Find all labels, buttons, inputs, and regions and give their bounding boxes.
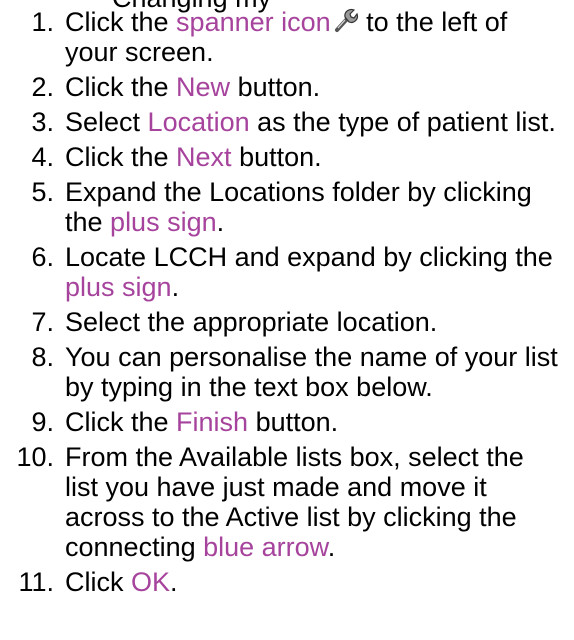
step-text-segment: as the type of patient list. xyxy=(249,107,556,137)
step-text-segment: Click the xyxy=(65,142,177,172)
step-text-segment: . xyxy=(171,272,180,302)
step-text-segment: . xyxy=(170,567,178,597)
instruction-steps-list: 1. Click the spanner icon to the left of … xyxy=(0,7,574,602)
step-text: Select the appropriate location. xyxy=(60,307,574,337)
step-6: 6. Locate LCCH and expand by clicking the… xyxy=(0,242,574,302)
step-text-segment: . xyxy=(327,532,336,562)
highlighted-term: New xyxy=(176,72,231,102)
step-number: 11. xyxy=(18,567,54,597)
step-number: 3. xyxy=(31,107,54,137)
step-text: Locate LCCH and expand by clicking the p… xyxy=(60,242,574,302)
step-10: 10. From the Available lists box, select … xyxy=(0,442,574,562)
highlighted-term: plus sign xyxy=(65,272,172,302)
step-text: Select Location as the type of patient l… xyxy=(60,107,574,137)
highlighted-term: Location xyxy=(147,107,250,137)
step-text-segment: Click xyxy=(65,567,131,597)
step-text: From the Available lists box, select the… xyxy=(60,442,574,562)
step-text-segment: Select xyxy=(65,107,148,137)
step-number: 7. xyxy=(31,307,54,337)
step-text-segment: Click the xyxy=(65,407,177,437)
step-text: You can personalise the name of your lis… xyxy=(60,342,574,402)
step-number: 2. xyxy=(31,72,54,102)
step-7: 7. Select the appropriate location. xyxy=(0,307,574,337)
step-text-segment: Select the appropriate location. xyxy=(65,307,438,337)
spanner-icon xyxy=(331,8,359,34)
highlighted-term: Finish xyxy=(176,407,249,437)
step-number: 6. xyxy=(31,242,54,272)
highlighted-term: spanner icon xyxy=(176,7,331,37)
step-text-segment: Locate LCCH and expand by clicking the xyxy=(65,242,553,272)
highlighted-term: Next xyxy=(176,142,232,172)
step-text: Click the Next button. xyxy=(60,142,574,172)
step-text-segment: button. xyxy=(231,142,322,172)
step-text-segment: Click the xyxy=(65,7,177,37)
step-3: 3. Select Location as the type of patient… xyxy=(0,107,574,137)
step-text: Click the New button. xyxy=(60,72,574,102)
step-text: Expand the Locations folder by clicking … xyxy=(60,177,574,237)
step-number: 9. xyxy=(31,407,54,437)
step-number: 8. xyxy=(31,342,54,372)
step-8: 8. You can personalise the name of your l… xyxy=(0,342,574,402)
step-2: 2. Click the New button. xyxy=(0,72,574,102)
step-text: Click OK. xyxy=(60,567,574,597)
step-number: 10. xyxy=(16,442,54,472)
step-text-segment: You can personalise the name of your lis… xyxy=(65,342,558,402)
step-5: 5. Expand the Locations folder by clickin… xyxy=(0,177,574,237)
step-4: 4. Click the Next button. xyxy=(0,142,574,172)
highlighted-term: OK xyxy=(131,567,171,597)
step-11: 11. Click OK. xyxy=(0,567,574,597)
step-text-segment: button. xyxy=(248,407,339,437)
step-number: 4. xyxy=(31,142,54,172)
highlighted-term: blue arrow xyxy=(203,532,328,562)
step-text-segment: . xyxy=(216,207,225,237)
highlighted-term: plus sign xyxy=(110,207,217,237)
step-9: 9. Click the Finish button. xyxy=(0,407,574,437)
step-text: Click the Finish button. xyxy=(60,407,574,437)
step-1: 1. Click the spanner icon to the left of … xyxy=(0,7,574,67)
step-number: 5. xyxy=(31,177,54,207)
step-text: Click the spanner icon to the left of yo… xyxy=(60,7,574,67)
step-number: 1. xyxy=(31,7,54,37)
step-text-segment: button. xyxy=(230,72,321,102)
step-text-segment: Click the xyxy=(65,72,177,102)
